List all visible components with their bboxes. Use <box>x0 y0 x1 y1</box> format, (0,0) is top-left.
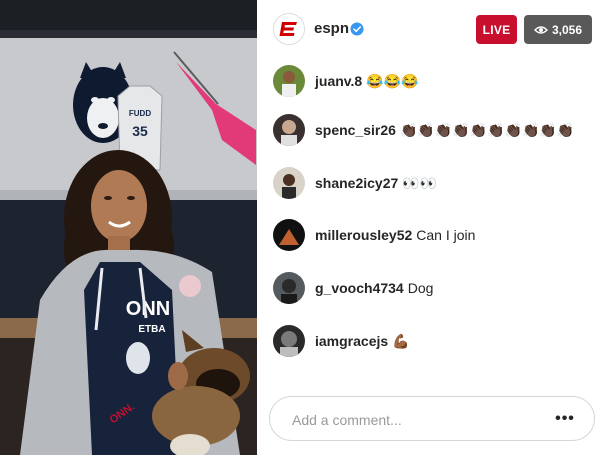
comment-list[interactable]: juanv.8 😂😂😂 spenc_sir26 👏🏿👏🏿👏🏿👏🏿👏🏿👏🏿👏🏿👏🏿👏🏿… <box>257 62 602 382</box>
account-name[interactable]: espn <box>314 20 349 37</box>
comment-item[interactable]: millerousley52 Can I join <box>273 219 475 251</box>
jersey-name: FUDD <box>129 109 151 118</box>
comment-item[interactable]: spenc_sir26 👏🏿👏🏿👏🏿👏🏿👏🏿👏🏿👏🏿👏🏿👏🏿👏🏿 <box>273 114 574 146</box>
comment-message: 😂😂😂 <box>366 72 419 89</box>
live-header: espn LIVE 3,056 <box>257 0 602 62</box>
commenter-avatar[interactable] <box>273 272 305 304</box>
comment-item[interactable]: juanv.8 😂😂😂 <box>273 65 419 97</box>
comment-username[interactable]: spenc_sir26 <box>315 122 396 138</box>
live-badge: LIVE <box>476 15 517 44</box>
eye-icon <box>533 25 548 34</box>
verified-badge-icon <box>350 22 364 36</box>
commenter-avatar[interactable] <box>273 325 305 357</box>
comment-username[interactable]: iamgracejs <box>315 333 388 349</box>
video-scene: FUDD 35 ONN ETBA ONN. <box>0 0 257 455</box>
comment-username[interactable]: juanv.8 <box>315 73 362 89</box>
commenter-avatar[interactable] <box>273 65 305 97</box>
commenter-avatar[interactable] <box>273 114 305 146</box>
comment-message: 👏🏿👏🏿👏🏿👏🏿👏🏿👏🏿👏🏿👏🏿👏🏿👏🏿 <box>399 121 575 138</box>
espn-avatar[interactable] <box>273 13 305 45</box>
live-chat-panel: espn LIVE 3,056 juanv.8 😂😂😂 spenc_sir26 … <box>257 0 602 455</box>
comment-message: Can I join <box>416 227 476 243</box>
espn-logo-icon <box>274 14 304 44</box>
comment-composer: ••• <box>269 396 595 441</box>
more-options-icon[interactable]: ••• <box>554 409 576 429</box>
commenter-avatar[interactable] <box>273 219 305 251</box>
comment-item[interactable]: g_vooch4734 Dog <box>273 272 433 304</box>
add-comment-input[interactable] <box>290 408 534 432</box>
comment-message: 👀👀 <box>402 174 438 191</box>
commenter-avatar[interactable] <box>273 167 305 199</box>
comment-username[interactable]: g_vooch4734 <box>315 280 404 296</box>
comment-username[interactable]: shane2icy27 <box>315 175 398 191</box>
comment-message: Dog <box>407 280 434 296</box>
shirt-subtext: ETBA <box>138 324 165 335</box>
comment-item[interactable]: iamgracejs 💪🏾 <box>273 325 410 357</box>
comment-item[interactable]: shane2icy27 👀👀 <box>273 167 437 199</box>
viewer-count-badge[interactable]: 3,056 <box>524 15 592 44</box>
comment-username[interactable]: millerousley52 <box>315 227 412 243</box>
shirt-text: ONN <box>126 298 170 320</box>
viewer-count: 3,056 <box>551 22 583 37</box>
comment-message: 💪🏾 <box>392 332 410 349</box>
jersey-number: 35 <box>132 123 148 139</box>
live-video-frame[interactable]: FUDD 35 ONN ETBA ONN. <box>0 0 257 455</box>
